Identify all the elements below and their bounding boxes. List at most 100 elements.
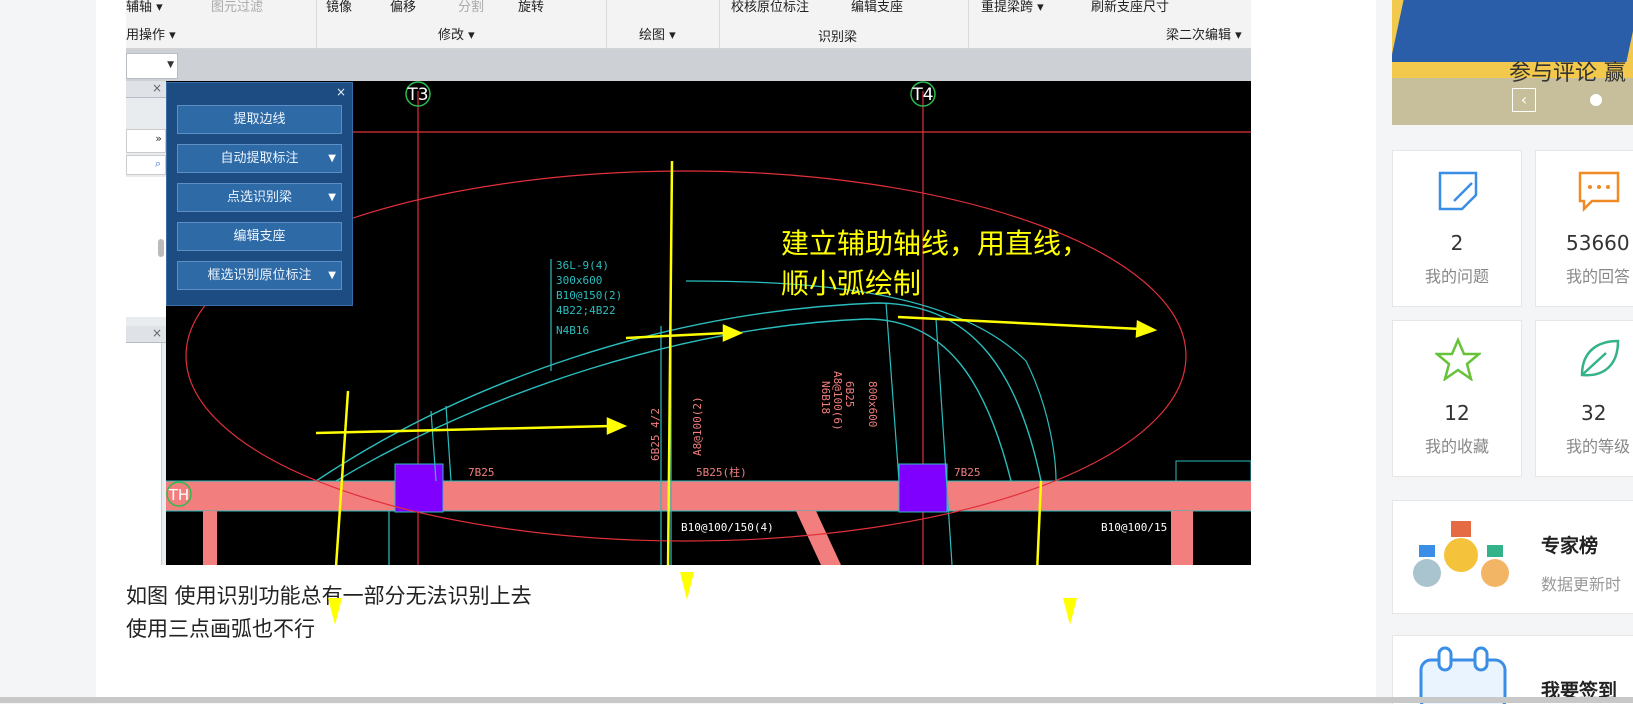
ribbon-separator [968,0,969,48]
button-label: 自动提取标注 [220,151,299,166]
search-icon[interactable]: ⌕ [155,157,161,171]
star-icon [1435,337,1481,381]
ribbon-group-common[interactable]: 用操作 ▾ [126,24,176,43]
beam-segment [1171,511,1193,565]
extract-edge-button[interactable]: 提取边线 [177,105,342,134]
expert-title: 专家榜 [1541,535,1599,557]
ribbon-group-modify[interactable]: 修改 ▾ [438,24,475,43]
click-recognize-beam-button[interactable]: 点选识别梁 ▼ [177,183,342,212]
ribbon-separator [316,0,317,48]
chat-bubble-icon [1578,171,1620,213]
carousel-dot[interactable] [1590,94,1602,106]
button-label: 编辑支座 [233,229,286,244]
double-chevron-right-icon[interactable]: » [155,132,162,145]
ribbon-aux-axis[interactable]: 辅轴 ▾ [126,0,163,15]
stat-label: 我的等级 [1566,437,1631,456]
ribbon-refresh-support[interactable]: 刷新支座尺寸 [1091,0,1169,15]
close-icon[interactable]: × [152,81,162,95]
dropdown-arrow-icon[interactable]: ▼ [328,184,336,211]
annotation-text-line1: 建立辅助轴线，用直线， [781,227,1089,260]
arrow-head [1063,598,1077,625]
calendar-icon [1419,646,1507,704]
stat-label: 我的收藏 [1424,437,1489,456]
beam-label: 5B25(柱) [696,465,747,479]
expert-ranking-card[interactable]: 专家榜 数据更新时 [1392,500,1633,614]
curved-beam-inner [335,318,1012,482]
arrow-head [722,324,744,342]
box-recognize-annotation-button[interactable]: 框选识别原位标注 ▼ [177,261,342,290]
subbar [126,49,1251,81]
ribbon-respan[interactable]: 重提梁跨 ▾ [981,0,1044,15]
expert-subtitle: 数据更新时 [1541,575,1622,594]
scrollbar-thumb[interactable] [158,239,164,257]
left-dock-panels: × » ⌕ × [126,81,166,565]
stat-label: 我的问题 [1424,267,1489,286]
stat-card-questions[interactable]: 2 我的问题 [1392,150,1522,307]
straight-beam [445,405,452,482]
ribbon-rotate[interactable]: 旋转 [518,0,544,15]
horizontal-scrollbar[interactable] [0,697,1633,703]
beam-label: B10@150(2) [556,289,622,302]
beam-label: N6B18 [819,381,832,414]
button-label: 点选识别梁 [226,190,292,205]
beam-label: 6B25 4/2 [649,408,662,461]
axis-label-t3: T3 [406,85,428,105]
close-icon[interactable]: × [336,85,346,99]
promo-banner[interactable]: 参与评论 赢 ‹ [1392,0,1633,125]
arrow-line [897,315,1142,331]
dropdown-arrow-icon[interactable]: ▼ [328,262,336,289]
beam-outline [1175,460,1251,482]
ribbon-split[interactable]: 分割 [458,0,484,15]
stat-label: 我的回答 [1566,267,1631,286]
straight-beam [885,302,900,482]
beam-label: A8@100(2) [691,396,704,456]
arrow-line [334,390,350,565]
panel-list [126,177,166,317]
question-edit-icon [1438,171,1478,211]
annotation-text-line2: 顺小弧绘制 [781,267,921,300]
recognize-tool-panel: × 提取边线 自动提取标注 ▼ 点选识别梁 ▼ 编辑支座 框选识别原位标注 ▼ [166,82,353,306]
ribbon-filter[interactable]: 图元过滤 [211,0,263,15]
button-label: 提取边线 [233,112,286,127]
close-icon[interactable]: × [152,326,162,340]
stat-card-level[interactable]: 32 我的等级 [1535,320,1633,477]
beam-segment [203,511,217,565]
panel-tree [126,343,162,565]
arrow-line [315,424,612,435]
beam-label: B10@100/150(4) [681,521,774,534]
arrow-head [680,572,694,600]
chevron-down-icon: ▼ [167,60,174,70]
stat-card-favorites[interactable]: 12 我的收藏 [1392,320,1522,477]
beam-label: 6B25 [843,381,856,408]
dropdown-arrow-icon[interactable]: ▼ [328,145,336,172]
beam-label: 36L-9(4) [556,259,609,272]
ribbon-edit-support[interactable]: 编辑支座 [851,0,903,15]
panel-search[interactable]: ⌕ [126,155,166,175]
beam-label: 300x600 [556,274,602,287]
beam-label: B10@100/15 [1101,521,1167,534]
floor-combo[interactable]: ▼ [126,53,178,79]
arrow-head [328,598,342,625]
banner-text: 参与评论 赢 [1509,61,1626,86]
ribbon-offset[interactable]: 偏移 [390,0,416,15]
panel-row: » [126,129,166,153]
beam-label: 7B25 [954,466,981,479]
ribbon-group-draw[interactable]: 绘图 ▾ [639,24,676,43]
stat-value: 53660 [1566,231,1630,255]
arrow-head [1135,320,1158,338]
edit-support-button[interactable]: 编辑支座 [177,222,342,251]
auto-extract-annotation-button[interactable]: 自动提取标注 ▼ [177,144,342,173]
beam-label: 800x600 [866,381,879,427]
carousel-prev-icon[interactable]: ‹ [1512,88,1536,112]
beam-label: 7B25 [468,466,495,479]
ribbon-check-annotation[interactable]: 校核原位标注 [731,0,809,15]
post-caption-line2: 使用三点画弧也不行 [126,617,315,641]
beam-segment [796,511,841,565]
ribbon-mirror[interactable]: 镜像 [326,0,352,15]
checkin-card[interactable]: 我要签到 [1392,635,1633,704]
column-t4 [898,463,948,513]
stat-card-answers[interactable]: 53660 我的回答 [1535,150,1633,307]
curved-beam-outer [315,302,1042,482]
ribbon-group-beam-edit[interactable]: 梁二次编辑 ▾ [1166,24,1242,43]
ribbon-separator [719,0,720,48]
